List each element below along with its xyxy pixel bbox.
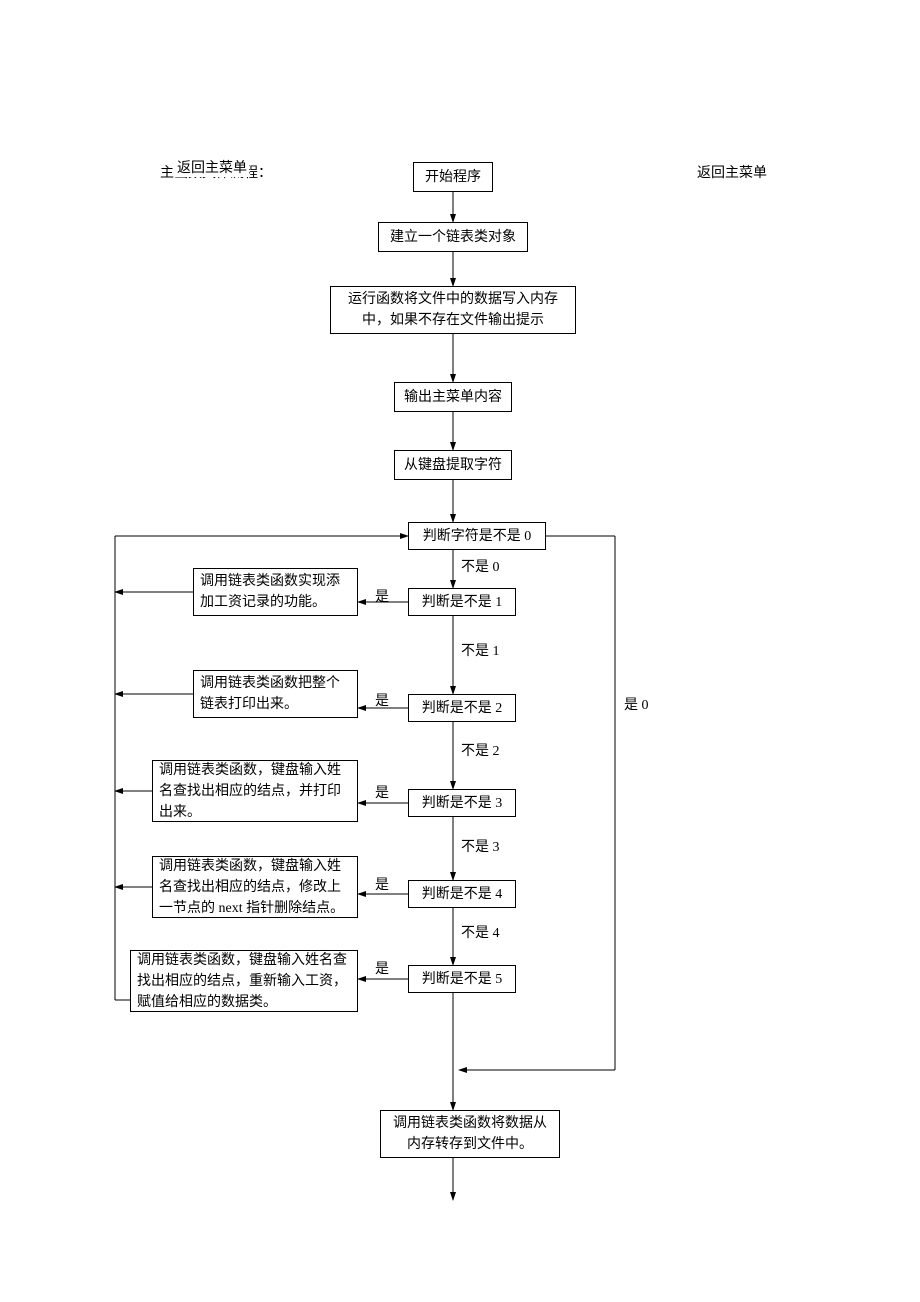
return-menu-label-1: 返回主菜单: [175, 157, 249, 177]
check4-box: 判断是不是 4: [408, 880, 516, 908]
check3-box: 判断是不是 3: [408, 789, 516, 817]
action4-box: 调用链表类函数，键盘输入姓名查找出相应的结点，修改上一节点的 next 指针删除…: [152, 856, 358, 918]
create-box: 建立一个链表类对象: [378, 222, 528, 252]
action1-box: 调用链表类函数实现添加工资记录的功能。: [193, 568, 358, 616]
not4-label: 不是 4: [459, 922, 502, 942]
menu-box: 输出主菜单内容: [394, 382, 512, 412]
yes3-label: 是: [373, 782, 391, 802]
check1-box: 判断是不是 1: [408, 588, 516, 616]
action3-box: 调用链表类函数，键盘输入姓名查找出相应的结点，并打印出来。: [152, 760, 358, 822]
input-box: 从键盘提取字符: [394, 450, 512, 480]
load-box: 运行函数将文件中的数据写入内存中，如果不存在文件输出提示: [330, 286, 576, 334]
check5-box: 判断是不是 5: [408, 965, 516, 993]
yes1-label: 是: [373, 586, 391, 606]
action5-box: 调用链表类函数，键盘输入姓名查找出相应的结点，重新输入工资，赋值给相应的数据类。: [130, 950, 358, 1012]
not0-label: 不是 0: [459, 556, 502, 576]
check0-box: 判断字符是不是 0: [408, 522, 546, 550]
return-menu-label-2: 返回主菜单: [695, 162, 769, 182]
yes5-label: 是: [373, 958, 391, 978]
yes2-label: 是: [373, 690, 391, 710]
save-box: 调用链表类函数将数据从内存转存到文件中。: [380, 1110, 560, 1158]
not3-label: 不是 3: [459, 836, 502, 856]
not2-label: 不是 2: [459, 740, 502, 760]
action2-box: 调用链表类函数把整个链表打印出来。: [193, 670, 358, 718]
yes4-label: 是: [373, 874, 391, 894]
is0-label: 是 0: [622, 694, 651, 714]
start-box: 开始程序: [413, 162, 493, 192]
not1-label: 不是 1: [459, 640, 502, 660]
check2-box: 判断是不是 2: [408, 694, 516, 722]
